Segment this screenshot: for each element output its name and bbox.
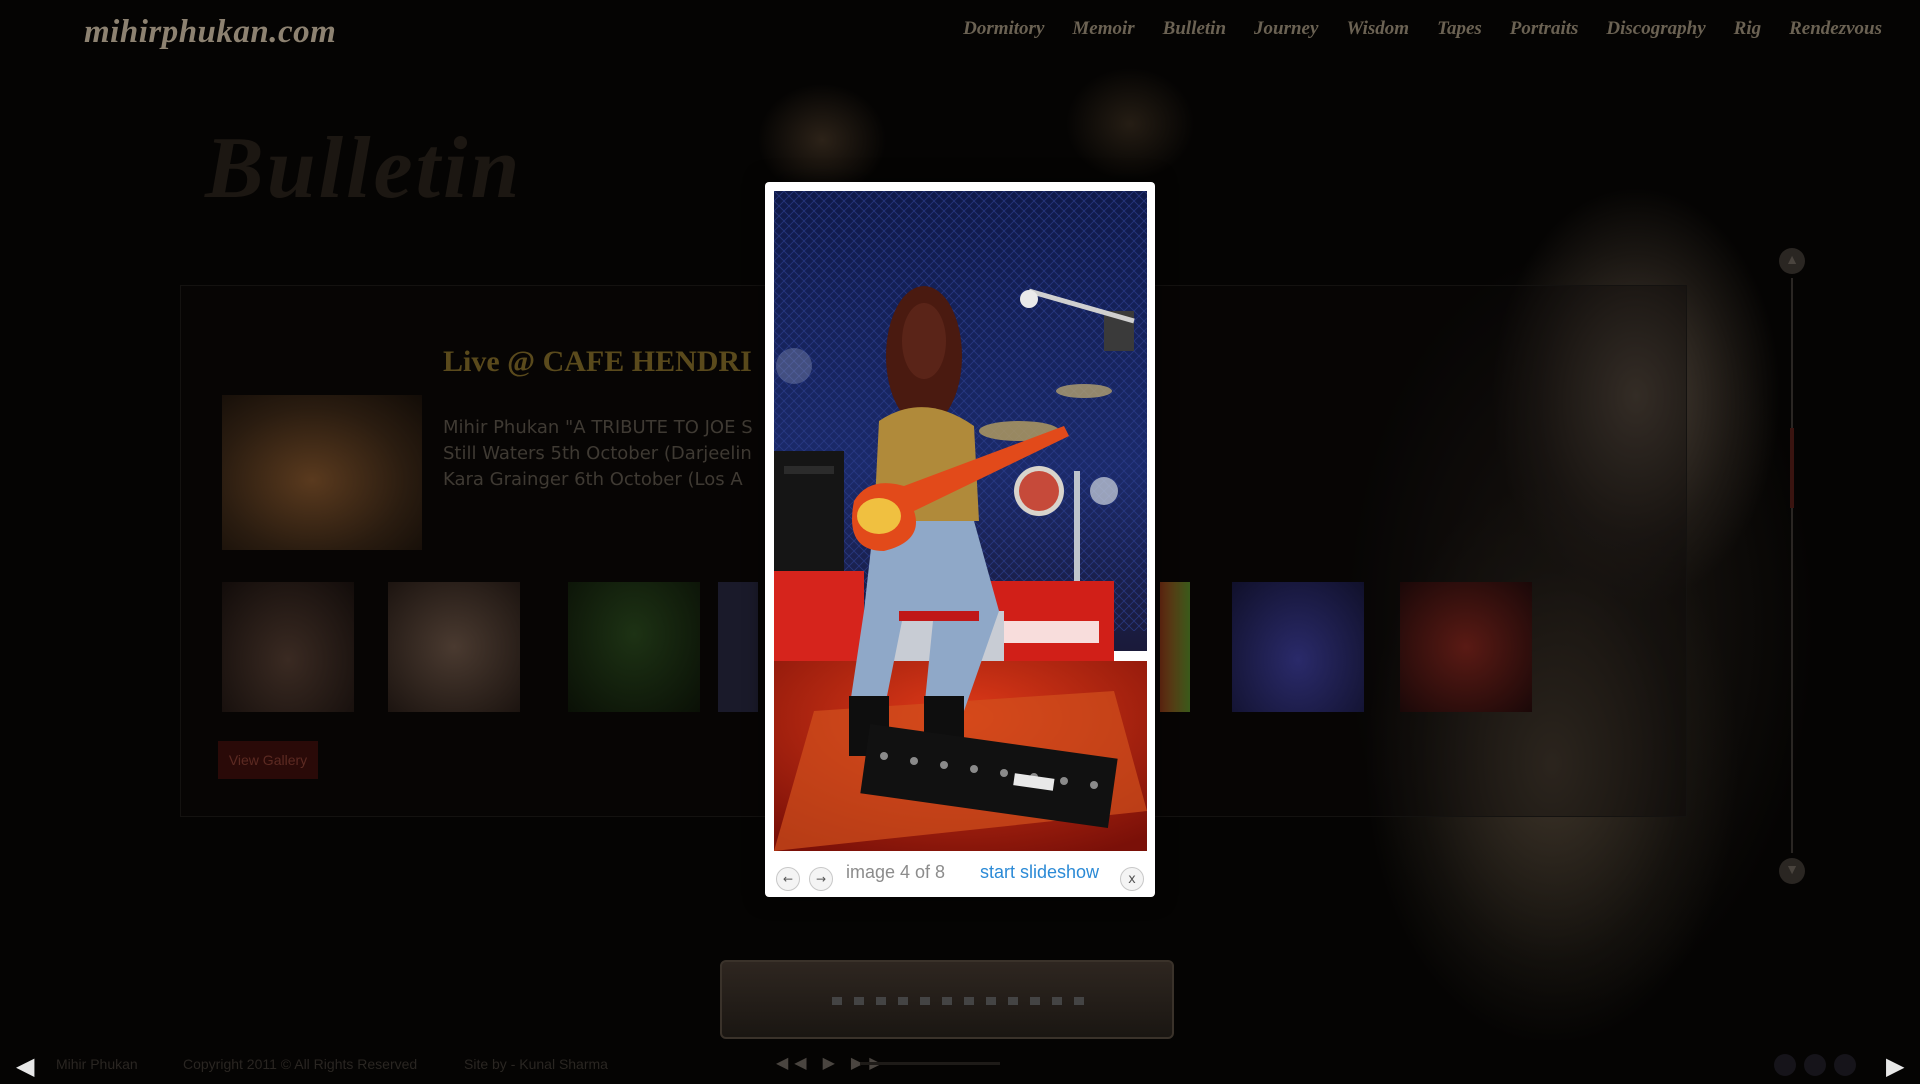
footer-name: Mihir Phukan bbox=[56, 1056, 138, 1072]
gallery-thumb[interactable] bbox=[718, 582, 758, 712]
player-progress-bar[interactable] bbox=[860, 1062, 1000, 1065]
nav-item-journey[interactable]: Journey bbox=[1254, 18, 1318, 40]
gallery-thumb[interactable] bbox=[1400, 582, 1532, 712]
post-line: Kara Grainger 6th October (Los A bbox=[443, 469, 743, 490]
lightbox-modal: ← → image 4 of 8 start slideshow x bbox=[765, 182, 1155, 897]
facebook-icon[interactable] bbox=[1774, 1054, 1796, 1076]
nav-item-rig[interactable]: Rig bbox=[1734, 18, 1761, 40]
scroll-down-icon[interactable]: ▼ bbox=[1779, 858, 1805, 884]
gallery-thumb[interactable] bbox=[568, 582, 700, 712]
post-thumbnail[interactable] bbox=[222, 395, 422, 550]
close-icon[interactable]: x bbox=[1120, 867, 1144, 891]
nav-item-wisdom[interactable]: Wisdom bbox=[1346, 18, 1409, 40]
post-line: Mihir Phukan "A TRIBUTE TO JOE S bbox=[443, 417, 753, 438]
post-line: Still Waters 5th October (Darjeelin bbox=[443, 443, 752, 464]
footer-next-arrow-icon[interactable]: ▶ bbox=[1886, 1052, 1904, 1081]
start-slideshow-link[interactable]: start slideshow bbox=[980, 862, 1099, 883]
site-logo[interactable]: mihirphukan.com bbox=[84, 14, 336, 51]
background-amplifier bbox=[720, 960, 1174, 1039]
lightbox-controls: ← → image 4 of 8 start slideshow x bbox=[765, 854, 1155, 894]
amp-knobs bbox=[832, 997, 1092, 1005]
nav-item-discography[interactable]: Discography bbox=[1606, 18, 1705, 40]
gallery-thumb[interactable] bbox=[1160, 582, 1190, 712]
gallery-thumb[interactable] bbox=[222, 582, 354, 712]
view-gallery-button[interactable]: View Gallery bbox=[218, 741, 318, 779]
footer-prev-arrow-icon[interactable]: ◀ bbox=[16, 1052, 34, 1081]
nav-item-dormitory[interactable]: Dormitory bbox=[963, 18, 1044, 40]
gallery-thumb[interactable] bbox=[388, 582, 520, 712]
nav-item-rendezvous[interactable]: Rendezvous bbox=[1789, 18, 1882, 40]
nav-item-portraits[interactable]: Portraits bbox=[1510, 18, 1579, 40]
main-nav: Dormitory Memoir Bulletin Journey Wisdom… bbox=[935, 18, 1882, 40]
content-scrollbar[interactable]: ▲ ▼ bbox=[1779, 248, 1805, 888]
nav-item-memoir[interactable]: Memoir bbox=[1072, 18, 1134, 40]
post-title[interactable]: Live @ CAFE HENDRI bbox=[443, 345, 752, 379]
page-banner-title: Bulletin bbox=[205, 120, 523, 217]
image-counter: image 4 of 8 bbox=[846, 862, 946, 882]
prev-image-button[interactable]: ← bbox=[776, 867, 800, 891]
footer: ◀ Mihir Phukan Copyright 2011 © All Righ… bbox=[0, 1048, 1920, 1084]
lightbox-photo[interactable] bbox=[774, 191, 1147, 851]
scroll-track[interactable] bbox=[1791, 278, 1793, 853]
youtube-icon[interactable] bbox=[1834, 1054, 1856, 1076]
scroll-up-icon[interactable]: ▲ bbox=[1779, 248, 1805, 274]
next-image-button[interactable]: → bbox=[809, 867, 833, 891]
footer-copyright: Copyright 2011 © All Rights Reserved bbox=[183, 1056, 418, 1072]
nav-item-tapes[interactable]: Tapes bbox=[1437, 18, 1482, 40]
footer-site-by[interactable]: Site by - Kunal Sharma bbox=[464, 1056, 608, 1072]
myspace-icon[interactable] bbox=[1804, 1054, 1826, 1076]
gallery-thumb[interactable] bbox=[1232, 582, 1364, 712]
scroll-thumb[interactable] bbox=[1790, 428, 1794, 508]
nav-item-bulletin[interactable]: Bulletin bbox=[1163, 18, 1226, 40]
